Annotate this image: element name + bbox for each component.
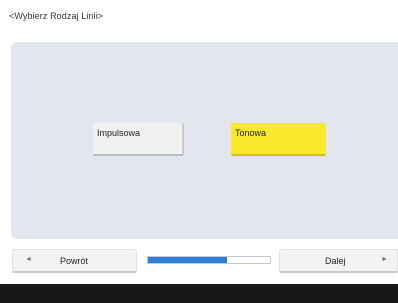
status-bar [0,284,398,303]
next-button[interactable]: Dalej ► [279,249,398,273]
option-impulsowa-button[interactable]: Impulsowa [93,123,184,156]
option-tonowa-button[interactable]: Tonowa [231,123,326,156]
right-arrow-icon: ► [381,256,388,263]
progress-bar [147,256,271,264]
next-button-label: Dalej [325,256,346,266]
progress-fill [148,257,228,263]
back-button[interactable]: ◄ Powrót [12,249,137,273]
left-arrow-icon: ◄ [25,256,32,263]
back-button-label: Powrót [60,256,89,266]
options-panel [11,42,398,239]
line-type-screen: <Wybierz Rodzaj Linii> Impulsowa Tonowa … [0,0,398,303]
page-title: <Wybierz Rodzaj Linii> [9,11,104,21]
